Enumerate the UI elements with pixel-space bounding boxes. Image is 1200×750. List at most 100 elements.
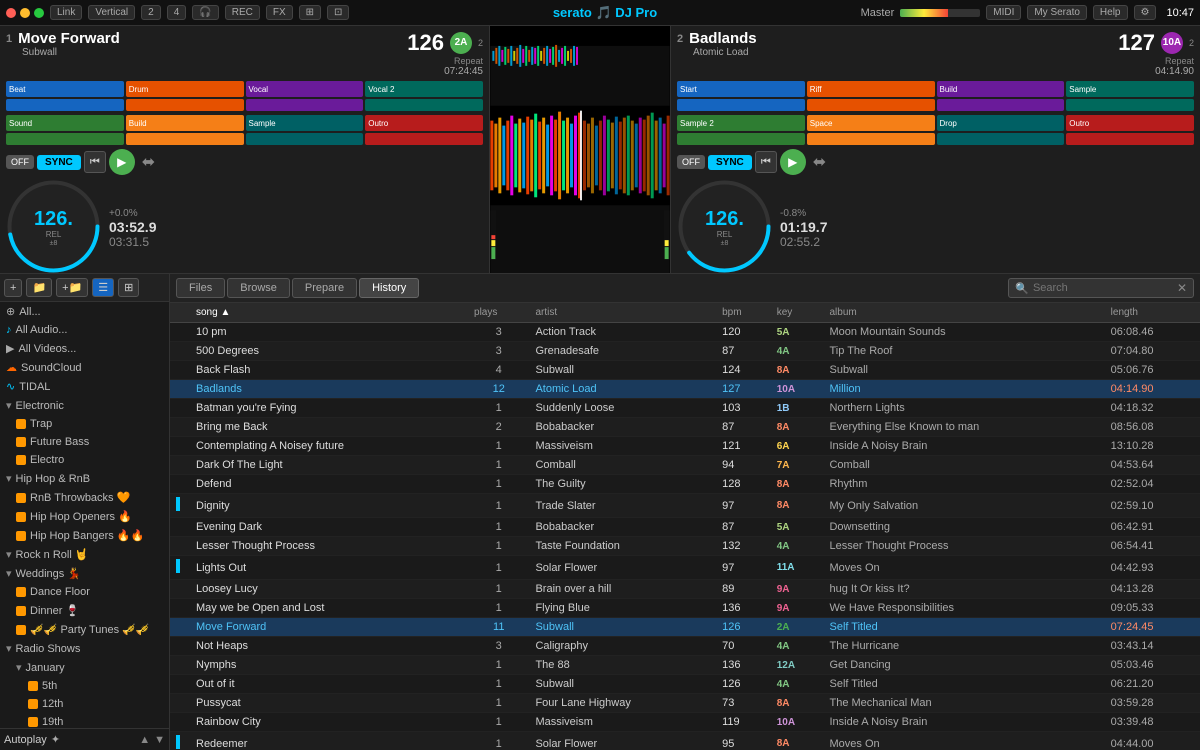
my-serato-button[interactable]: My Serato bbox=[1027, 5, 1087, 20]
track-album-cell[interactable]: Subwall bbox=[823, 361, 1104, 380]
search-clear-button[interactable]: ✕ bbox=[1177, 281, 1187, 295]
autoplay-icon[interactable]: ✦ bbox=[51, 733, 60, 746]
deck-2-sync-button[interactable]: SYNC bbox=[708, 155, 752, 170]
fx-button[interactable]: FX bbox=[266, 5, 293, 20]
table-row[interactable]: Dignity1Trade Slater978AMy Only Salvatio… bbox=[170, 494, 1200, 518]
tab-browse[interactable]: Browse bbox=[227, 278, 290, 298]
track-album-cell[interactable]: Moves On bbox=[823, 556, 1104, 580]
cue-pad-outro[interactable]: Outro bbox=[365, 115, 483, 131]
cue-pad-sample[interactable]: Sample bbox=[246, 115, 364, 131]
deck-1-off-button[interactable]: OFF bbox=[6, 155, 34, 169]
sidebar-list-view-button[interactable]: ☰ bbox=[92, 278, 114, 297]
track-artist-cell[interactable]: Massiveism bbox=[529, 713, 716, 732]
cue-pad-2-build[interactable]: Build bbox=[937, 81, 1065, 97]
track-artist-cell[interactable]: Suddenly Loose bbox=[529, 399, 716, 418]
sidebar-item-5th[interactable]: 5th bbox=[0, 677, 169, 695]
sidebar-item-hip-hop-openers[interactable]: Hip Hop Openers 🔥 bbox=[0, 507, 169, 526]
track-album-cell[interactable]: The Hurricane bbox=[823, 637, 1104, 656]
sidebar-item-hip-hop[interactable]: ▾ Hip Hop & RnB bbox=[0, 469, 169, 488]
track-artist-cell[interactable]: Subwall bbox=[529, 675, 716, 694]
track-album-cell[interactable]: The Mechanical Man bbox=[823, 694, 1104, 713]
track-artist-cell[interactable]: Massiveism bbox=[529, 437, 716, 456]
split-button[interactable]: ⊞ bbox=[299, 5, 321, 20]
track-album-cell[interactable]: Self Titled bbox=[823, 675, 1104, 694]
sidebar-item-soundcloud[interactable]: ☁ SoundCloud bbox=[0, 358, 169, 377]
track-name-cell[interactable]: Move Forward bbox=[190, 618, 468, 637]
sidebar-item-tidal[interactable]: ∿ TIDAL bbox=[0, 377, 169, 396]
close-button[interactable] bbox=[6, 8, 16, 18]
track-artist-cell[interactable]: The 88 bbox=[529, 656, 716, 675]
table-row[interactable]: Batman you're Fying1Suddenly Loose1031BN… bbox=[170, 399, 1200, 418]
track-artist-cell[interactable]: Action Track bbox=[529, 323, 716, 342]
track-artist-cell[interactable]: Flying Blue bbox=[529, 599, 716, 618]
col-length[interactable]: length bbox=[1105, 303, 1200, 323]
track-name-cell[interactable]: Dignity bbox=[190, 494, 468, 518]
col-bpm[interactable]: bpm bbox=[716, 303, 771, 323]
cue-pad-1-8[interactable] bbox=[365, 99, 483, 111]
track-album-cell[interactable]: Tip The Roof bbox=[823, 342, 1104, 361]
table-row[interactable]: Defend1The Guilty1288ARhythm02:52.04 bbox=[170, 475, 1200, 494]
search-input[interactable] bbox=[1033, 282, 1173, 294]
track-album-cell[interactable]: Downsetting bbox=[823, 518, 1104, 537]
help-button[interactable]: Help bbox=[1093, 5, 1128, 20]
table-row[interactable]: Lesser Thought Process1Taste Foundation1… bbox=[170, 537, 1200, 556]
track-artist-cell[interactable]: Taste Foundation bbox=[529, 537, 716, 556]
col-artist[interactable]: artist bbox=[529, 303, 716, 323]
sidebar-add-crate-button[interactable]: +📁 bbox=[56, 278, 88, 297]
deck-2-prev-button[interactable]: ⏮ bbox=[755, 151, 777, 173]
deck-1-prev-button[interactable]: ⏮ bbox=[84, 151, 106, 173]
track-album-cell[interactable]: Get Dancing bbox=[823, 656, 1104, 675]
sidebar-item-electronic[interactable]: ▾ Electronic bbox=[0, 396, 169, 415]
track-album-cell[interactable]: Northern Lights bbox=[823, 399, 1104, 418]
deck-2-off-button[interactable]: OFF bbox=[677, 155, 705, 169]
sidebar-item-all[interactable]: ⊕ All... bbox=[0, 302, 169, 321]
cue-pad-2-6[interactable] bbox=[126, 133, 244, 145]
sidebar-item-rock[interactable]: ▾ Rock n Roll 🤘 bbox=[0, 545, 169, 564]
track-name-cell[interactable]: Defend bbox=[190, 475, 468, 494]
grid-button[interactable]: ⊡ bbox=[327, 5, 349, 20]
sidebar-add-button[interactable]: + bbox=[4, 279, 22, 297]
sidebar-folder-button[interactable]: 📁 bbox=[26, 278, 52, 297]
table-row[interactable]: Back Flash4Subwall1248ASubwall05:06.76 bbox=[170, 361, 1200, 380]
cue-pad-drum[interactable]: Drum bbox=[126, 81, 244, 97]
track-name-cell[interactable]: Badlands bbox=[190, 380, 468, 399]
cue-pad-2-space[interactable]: Space bbox=[807, 115, 935, 131]
sidebar-item-electro[interactable]: Electro bbox=[0, 451, 169, 469]
track-artist-cell[interactable]: Four Lane Highway bbox=[529, 694, 716, 713]
rec-button[interactable]: REC bbox=[225, 5, 260, 20]
track-artist-cell[interactable]: Atomic Load bbox=[529, 380, 716, 399]
track-artist-cell[interactable]: Trade Slater bbox=[529, 494, 716, 518]
track-artist-cell[interactable]: Caligraphy bbox=[529, 637, 716, 656]
track-name-cell[interactable]: May we be Open and Lost bbox=[190, 599, 468, 618]
cue-pad-sound[interactable]: Sound bbox=[6, 115, 124, 131]
track-name-cell[interactable]: Dark Of The Light bbox=[190, 456, 468, 475]
settings-button[interactable]: ⚙ bbox=[1134, 5, 1157, 20]
cue-pad-2-8[interactable] bbox=[1066, 99, 1194, 111]
table-row[interactable]: Contemplating A Noisey future1Massiveism… bbox=[170, 437, 1200, 456]
track-album-cell[interactable]: Inside A Noisy Brain bbox=[823, 713, 1104, 732]
track-name-cell[interactable]: Not Heaps bbox=[190, 637, 468, 656]
cue-pad-2-2-8[interactable] bbox=[1066, 133, 1194, 145]
tab-history[interactable]: History bbox=[359, 278, 419, 298]
table-row[interactable]: Out of it1Subwall1264ASelf Titled06:21.2… bbox=[170, 675, 1200, 694]
sidebar-item-radio-shows[interactable]: ▾ Radio Shows bbox=[0, 639, 169, 658]
track-name-cell[interactable]: Pussycat bbox=[190, 694, 468, 713]
track-artist-cell[interactable]: Solar Flower bbox=[529, 556, 716, 580]
sidebar-item-all-audio[interactable]: ♪ All Audio... bbox=[0, 321, 169, 339]
sidebar-item-dance-floor[interactable]: Dance Floor bbox=[0, 583, 169, 601]
track-artist-cell[interactable]: Comball bbox=[529, 456, 716, 475]
table-row[interactable]: Rainbow City1Massiveism11910AInside A No… bbox=[170, 713, 1200, 732]
track-name-cell[interactable]: Out of it bbox=[190, 675, 468, 694]
tab-prepare[interactable]: Prepare bbox=[292, 278, 357, 298]
cue-pad-2-drop[interactable]: Drop bbox=[937, 115, 1065, 131]
cue-pad-2-5[interactable] bbox=[6, 133, 124, 145]
cue-pad-1-5[interactable] bbox=[6, 99, 124, 111]
track-name-cell[interactable]: Nymphs bbox=[190, 656, 468, 675]
table-row[interactable]: Redeemer1Solar Flower958AMoves On04:44.0… bbox=[170, 732, 1200, 750]
tab-files[interactable]: Files bbox=[176, 278, 225, 298]
table-row[interactable]: Move Forward11Subwall1262ASelf Titled07:… bbox=[170, 618, 1200, 637]
table-row[interactable]: 500 Degrees3Grenadesafe874ATip The Roof0… bbox=[170, 342, 1200, 361]
track-name-cell[interactable]: Redeemer bbox=[190, 732, 468, 750]
table-row[interactable]: Loosey Lucy1Brain over a hill899Ahug It … bbox=[170, 580, 1200, 599]
cue-pad-2-riff[interactable]: Riff bbox=[807, 81, 935, 97]
